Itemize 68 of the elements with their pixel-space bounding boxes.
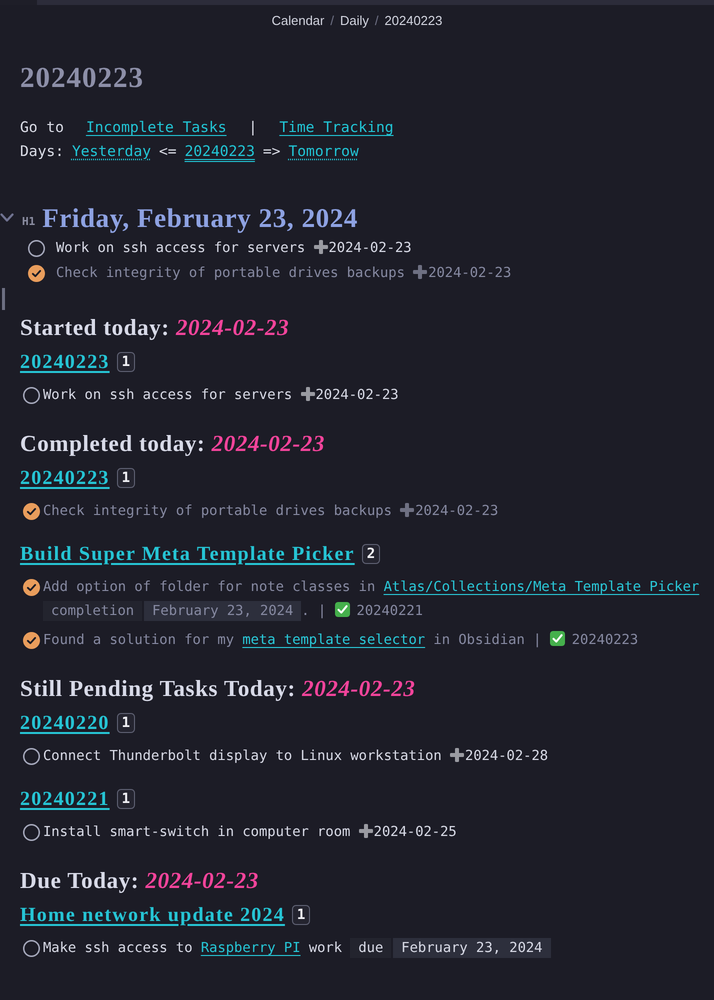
plus-icon (400, 503, 414, 517)
task-checkbox[interactable] (23, 386, 40, 404)
heading-title: Friday, February 23, 2024 (42, 202, 358, 235)
task-text: Check integrity of portable drives backups 2024-02-23 (56, 264, 512, 283)
chevron-icon[interactable] (0, 213, 14, 223)
nav-text: Go to (20, 118, 64, 138)
section-heading: Due Today: 2024-02-23 (20, 867, 259, 895)
task-text: Connect Thunderbolt display to Linux workstation 2024-02-28 (43, 747, 548, 766)
task-link[interactable]: Raspberry PI (200, 940, 301, 956)
nav-link[interactable]: Time Tracking (279, 116, 394, 140)
page-title: 20240223 (20, 61, 144, 96)
task-link[interactable]: meta template selector (242, 632, 426, 648)
nav-link[interactable]: Tomorrow (288, 140, 359, 164)
count-badge: 1 (116, 352, 136, 372)
nav-link[interactable]: 20240223 (184, 140, 255, 164)
nav-link[interactable]: Incomplete Tasks (86, 116, 227, 140)
breadcrumb-item[interactable]: Daily (340, 12, 369, 30)
heading-level-label: H1 (22, 214, 36, 228)
group-link[interactable]: 20240220 (20, 712, 110, 734)
count-badge: 2 (362, 544, 380, 564)
date-chip: February 23, 2024 (393, 938, 550, 958)
count-badge: 1 (292, 905, 310, 925)
task-checkbox[interactable] (28, 240, 45, 257)
plus-icon (314, 240, 328, 254)
group-link[interactable]: 20240221 (20, 788, 110, 810)
nav-text: <= (159, 142, 177, 162)
task-checkbox[interactable] (23, 632, 40, 648)
group-link[interactable]: 20240223 (20, 350, 110, 374)
nav-text: => (262, 142, 280, 162)
plus-icon (300, 387, 314, 401)
breadcrumb-item[interactable]: Calendar (272, 12, 324, 30)
count-badge: 1 (116, 468, 136, 488)
group-link[interactable]: Home network update 2024 (20, 904, 285, 926)
section-heading: Started today: 2024-02-23 (20, 314, 290, 342)
plus-icon (358, 824, 373, 838)
task-checkbox[interactable] (23, 502, 40, 520)
task-link[interactable]: Atlas/Collections/Meta Template Picker (384, 579, 700, 595)
section-heading: Still Pending Tasks Today: 2024-02-23 (20, 675, 416, 704)
group-link[interactable]: Build Super Meta Template Picker (20, 542, 355, 566)
plus-icon (450, 748, 464, 762)
task-text: Work on ssh access for servers 2024-02-23 (56, 239, 412, 258)
task-checkbox[interactable] (28, 265, 45, 282)
check-box-icon (334, 602, 350, 617)
nav-link[interactable]: Yesterday (72, 140, 152, 164)
task-checkbox[interactable] (23, 578, 40, 596)
plus-icon (413, 265, 428, 279)
cursor-bar (2, 288, 5, 310)
breadcrumb-separator: / (374, 12, 379, 30)
breadcrumb-item[interactable]: 20240223 (384, 12, 442, 30)
task-text: Found a solution for my meta template selector in Obsidian | 20240223 (43, 630, 638, 650)
count-badge: 1 (116, 713, 136, 733)
section-heading: Completed today: 2024-02-23 (20, 430, 325, 458)
date-chip: February 23, 2024 (144, 601, 302, 621)
task-text: Work on ssh access for servers 2024-02-23 (43, 386, 399, 405)
group-link[interactable]: 20240223 (20, 466, 110, 490)
task-checkbox[interactable] (23, 824, 40, 840)
nav-text: Days: (20, 142, 64, 162)
task-text: Check integrity of portable drives backups 2024-02-23 (43, 502, 498, 521)
task-text: Make ssh access to Raspberry PI work due February 23, 2024 (43, 936, 550, 960)
check-box-icon (550, 631, 565, 646)
nav-text: | (248, 118, 258, 138)
field-label: due (350, 938, 392, 958)
count-badge: 1 (116, 789, 136, 809)
breadcrumb-separator: / (330, 12, 334, 30)
field-label: completion (43, 601, 142, 621)
task-checkbox[interactable] (23, 748, 40, 764)
task-text: Install smart-switch in computer room 2024-02-25 (43, 823, 457, 842)
task-checkbox[interactable] (23, 940, 40, 956)
